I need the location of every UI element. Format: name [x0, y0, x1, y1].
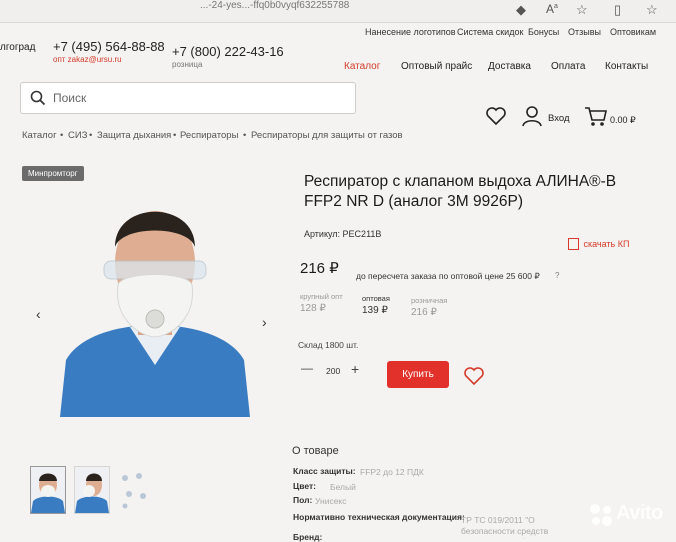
user-icon[interactable] [521, 105, 543, 127]
quantity-increase-button[interactable]: + [351, 361, 359, 377]
spec-label: Класс защиты: [293, 466, 356, 476]
breadcrumb-sep: • [60, 130, 64, 141]
tier-price-retail: 216 ₽ [411, 307, 437, 318]
tier-price-large-wholesale: 128 ₽ [300, 303, 326, 314]
avito-watermark: Avito [616, 502, 663, 524]
pdf-icon [568, 237, 579, 250]
phone-retail-label: розница [172, 60, 203, 69]
buy-button[interactable]: Купить [387, 361, 449, 388]
page-title: Респиратор с клапаном выдоха АЛИНА®-В FF… [304, 173, 617, 210]
spec-value: FFP2 до 12 ПДК [360, 467, 424, 477]
link-discount-system[interactable]: Система скидок [457, 27, 523, 37]
tier-price-wholesale: 139 ₽ [362, 305, 388, 316]
article-number: Артикул: РЕС211В [304, 229, 382, 239]
nav-catalog[interactable]: Каталог [344, 61, 380, 72]
breadcrumb-sep: • [173, 130, 177, 141]
favorites-icon[interactable]: ☆ [646, 2, 658, 18]
city-selector[interactable]: лгоград [0, 42, 35, 53]
nav-wholesale-price[interactable]: Оптовый прайс [401, 61, 472, 72]
link-reviews[interactable]: Отзывы [568, 27, 601, 37]
download-kp-label: скачать КП [583, 238, 630, 249]
search-placeholder: Поиск [53, 91, 87, 105]
address-bar[interactable]: ...-24-yes...-ffq0b0vyqf632255788 [200, 0, 349, 11]
breadcrumb-respirators[interactable]: Респираторы [180, 130, 238, 141]
info-tooltip-icon[interactable]: ? [555, 271, 559, 280]
download-kp-link[interactable]: скачать КП [568, 235, 629, 253]
breadcrumb-sep: • [89, 130, 93, 141]
avito-logo [588, 503, 614, 532]
stock-status: Склад 1800 шт. [298, 340, 359, 350]
product-image[interactable] [60, 185, 250, 417]
add-to-favorites-heart-icon[interactable] [463, 366, 485, 386]
spec-label: Бренд: [293, 532, 323, 542]
quantity-input[interactable]: 200 [326, 366, 340, 376]
prev-image-arrow[interactable]: ‹ [36, 306, 41, 322]
phone-wholesale[interactable]: +7 (495) 564-88-88 [53, 39, 165, 54]
login-link[interactable]: Вход [548, 113, 570, 124]
breadcrumb-catalog[interactable]: Каталог [22, 130, 57, 141]
link-bonuses[interactable]: Бонусы [528, 27, 559, 37]
spec-value: ТР ТС 019/2011 "О безопасности средств и… [461, 515, 563, 539]
breadcrumb-siz[interactable]: СИЗ [68, 130, 87, 141]
thumbnail-2[interactable] [74, 466, 110, 514]
spec-label: Пол: [293, 495, 313, 505]
breadcrumb-sep: • [243, 130, 247, 141]
spec-label: Нормативно техническая документация: [293, 512, 465, 522]
status-badge: Минпромторг [22, 166, 84, 181]
tier-label-wholesale: оптовая [362, 294, 390, 303]
quantity-decrease-button[interactable]: — [301, 361, 313, 375]
breadcrumb-respiratory[interactable]: Защита дыхания [97, 130, 171, 141]
email-link[interactable]: опт zakaz@ursu.ru [53, 55, 122, 64]
current-price: 216 ₽ [300, 260, 339, 277]
tier-label-large-wholesale: крупный опт [300, 292, 343, 301]
cart-icon[interactable] [584, 106, 608, 128]
cart-total[interactable]: 0.00 ₽ [610, 115, 636, 126]
font-size-icon[interactable]: Aa [546, 2, 558, 16]
nav-contacts[interactable]: Контакты [605, 61, 648, 72]
next-image-arrow[interactable]: › [262, 314, 267, 330]
thumbnail-1[interactable] [30, 466, 66, 514]
star-icon[interactable]: ☆ [576, 2, 588, 18]
nav-payment[interactable]: Оплата [551, 61, 585, 72]
nav-delivery[interactable]: Доставка [488, 61, 531, 72]
spec-value: Белый [330, 482, 356, 492]
thumbnail-3[interactable] [117, 466, 153, 514]
reader-icon[interactable]: ▯ [614, 2, 621, 18]
phone-retail[interactable]: +7 (800) 222-43-16 [172, 44, 284, 59]
wishlist-heart-icon[interactable] [485, 106, 507, 126]
spec-value: Унисекс [315, 496, 347, 506]
section-heading-about: О товаре [292, 445, 339, 457]
link-wholesalers[interactable]: Оптовикам [610, 27, 656, 37]
search-icon [30, 90, 46, 106]
tier-label-retail: розничная [411, 296, 448, 305]
tag-icon[interactable]: ◆ [516, 2, 526, 18]
wholesale-note: до пересчета заказа по оптовой цене 25 6… [356, 271, 540, 281]
breadcrumb-gas-respirators[interactable]: Респираторы для защиты от газов [251, 130, 403, 141]
link-logo-printing[interactable]: Нанесение логотипов [365, 27, 456, 37]
search-input[interactable]: Поиск [20, 82, 356, 114]
spec-label: Цвет: [293, 481, 316, 491]
